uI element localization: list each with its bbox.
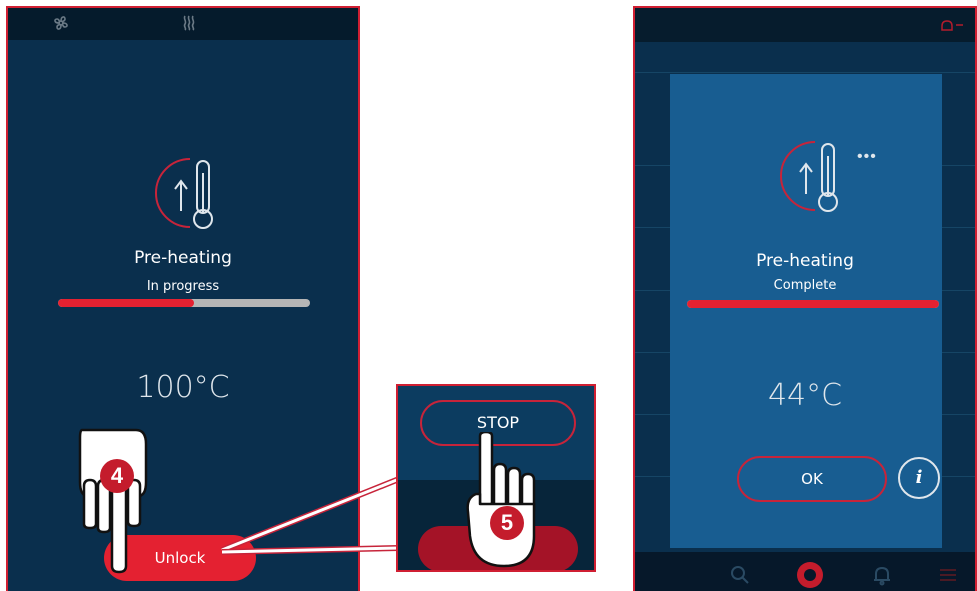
preheating-title: Pre-heating — [756, 251, 854, 271]
ok-button[interactable]: OK — [737, 456, 887, 502]
menu-icon[interactable] — [937, 564, 959, 591]
temperature-readout: 44°C — [767, 378, 843, 413]
preheat-progress-bar — [687, 300, 939, 308]
search-icon[interactable] — [729, 564, 751, 591]
status-bar — [635, 8, 975, 42]
zoom-callout: STOP 5 — [396, 384, 596, 572]
step-5-badge: 5 — [490, 506, 524, 540]
record-icon[interactable] — [795, 560, 825, 591]
oven-screen-preheat-complete: ••• Pre-heating Complete 44°C OK i — [633, 6, 977, 591]
thermometer-up-icon — [769, 136, 849, 216]
alert-icon — [939, 18, 965, 37]
pointing-hand-icon — [464, 430, 540, 570]
info-button[interactable]: i — [898, 457, 940, 499]
bell-icon[interactable] — [871, 564, 893, 591]
preheat-progress-fill — [687, 300, 939, 308]
more-dots-icon: ••• — [857, 148, 877, 165]
preheating-status: Complete — [773, 278, 837, 293]
